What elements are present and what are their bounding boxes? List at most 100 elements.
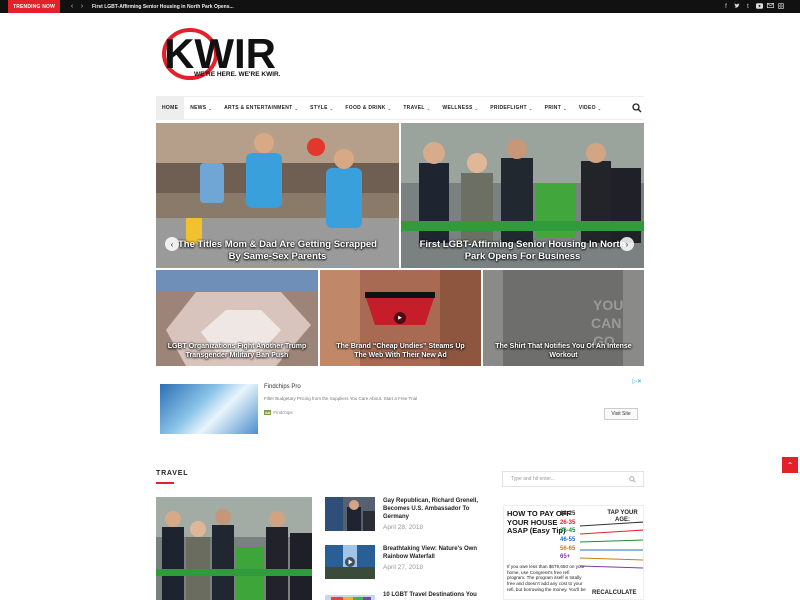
search-placeholder: Type and hit enter... [511,476,555,482]
nav-label: FOOD & DRINK [345,105,386,111]
tumblr-icon[interactable]: t [745,4,751,10]
sidebar-search-input[interactable]: Type and hit enter... [502,471,644,487]
travel-thumb[interactable] [325,497,375,531]
svg-text:KWIR: KWIR [164,30,276,77]
section-title[interactable]: TRAVEL [156,470,188,477]
main-nav: HOME NEWS ⌄ ARTS & ENTERTAINMENT ⌄ STYLE ⌄ … [156,96,644,120]
sidebar-ad-fine-print: If you owe less than $679,650 on your ho… [507,564,586,592]
nav-label: PRINT [544,105,562,111]
featured-post-1[interactable]: The Titles Mom & Dad Are Getting Scrappe… [156,123,399,268]
trending-label: TRENDING NOW [8,0,60,13]
nav-label: NEWS [190,105,207,111]
play-icon[interactable]: ▶ [394,312,406,324]
nav-item-home[interactable]: HOME [156,97,185,119]
sidebar-ad-tap: TAP YOUR AGE: [607,510,638,524]
search-icon[interactable] [629,476,636,485]
ad-brand-name: Findchips [273,410,293,415]
nav-item-prideflight[interactable]: PRIDEFLIGHT ⌄ [484,97,538,119]
social-links: f t [723,0,784,13]
sidebar-ad-ages: 18-25 26-35 36-45 46-55 56-65 65+ [560,510,575,562]
featured-post-5[interactable]: YOU CAN GO The Shirt That Notifies You O… [483,270,644,366]
trending-headline[interactable]: First LGBT-Affirming Senior Housing in N… [92,0,234,13]
chevron-down-icon: ⌄ [563,105,567,111]
nav-label: STYLE [310,105,328,111]
nav-label: WELLNESS [442,105,473,111]
chevron-down-icon: ⌄ [426,105,431,111]
travel-list-item[interactable]: 10 LGBT Travel Destinations You [325,591,485,600]
chevron-down-icon: ⌄ [474,105,479,111]
nav-label: ARTS & ENTERTAINMENT [224,105,293,111]
facebook-icon[interactable]: f [723,4,729,10]
nav-label: TRAVEL [403,105,425,111]
age-option[interactable]: 18-25 [560,510,575,519]
ad-badge: Ad [264,410,272,415]
nav-item-food-drink[interactable]: FOOD & DRINK ⌄ [339,97,397,119]
featured-post-2[interactable]: First LGBT-Affirming Senior Housing In N… [401,123,644,268]
svg-text:CAN: CAN [591,315,621,331]
travel-item-date: April 27, 2018 [383,564,424,571]
adchoices-icon[interactable]: ▷✕ [632,378,642,385]
trending-next-button[interactable]: › [77,0,87,13]
age-option[interactable]: 65+ [560,553,575,562]
featured-caption[interactable]: LGBT Organizations Fight Another Trump T… [156,343,318,360]
visit-site-button[interactable]: Visit Site [604,408,638,420]
featured-post-4[interactable]: ▶ The Brand “Cheap Undies” Steams Up The… [320,270,481,366]
trending-prev-button[interactable]: ‹ [67,0,77,13]
travel-thumb[interactable] [325,591,375,600]
site-logo[interactable]: KWIR WE'RE HERE. WE'RE KWIR. [160,24,281,84]
svg-text:YOU: YOU [593,297,623,313]
nav-label: HOME [162,105,179,111]
recalculate-button[interactable]: RECALCULATE [592,590,637,596]
nav-label: VIDEO [578,105,596,111]
back-to-top-button[interactable]: ⌃ [782,457,798,473]
featured-post-3[interactable]: LGBT Organizations Fight Another Trump T… [156,270,318,366]
chevron-down-icon: ⌄ [329,105,334,111]
travel-list-item[interactable]: Gay Republican, Richard Grenell, Becomes… [325,497,485,537]
nav-item-arts[interactable]: ARTS & ENTERTAINMENT ⌄ [218,97,304,119]
chevron-down-icon: ⌄ [294,105,299,111]
instagram-icon[interactable] [778,2,784,11]
svg-text:WE'RE HERE. WE'RE KWIR.: WE'RE HERE. WE'RE KWIR. [194,71,280,78]
ad-title[interactable]: Findchips Pro [264,384,301,390]
chevron-down-icon: ⌄ [597,105,602,111]
featured-caption[interactable]: The Shirt That Notifies You Of An Intens… [483,343,644,360]
age-option[interactable]: 56-65 [560,545,575,554]
travel-item-title[interactable]: Breathtaking View: Nature's Own Rainbow … [383,545,483,561]
chevron-down-icon: ⌄ [528,105,533,111]
travel-main-image[interactable] [156,497,312,600]
travel-item-title[interactable]: Gay Republican, Richard Grenell, Becomes… [383,497,483,521]
sidebar-ad[interactable]: HOW TO PAY OFF YOUR HOUSE ASAP (Easy Tip… [503,505,644,600]
twitter-icon[interactable] [734,2,740,11]
featured-caption[interactable]: The Brand “Cheap Undies” Steams Up The W… [320,343,481,360]
nav-item-style[interactable]: STYLE ⌄ [304,97,339,119]
nav-item-wellness[interactable]: WELLNESS ⌄ [436,97,484,119]
slider-prev-button[interactable]: ‹ [165,237,179,251]
chevron-down-icon: ⌄ [387,105,392,111]
nav-item-news[interactable]: NEWS ⌄ [184,97,218,119]
travel-list-item[interactable]: Breathtaking View: Nature's Own Rainbow … [325,545,485,585]
ad-image[interactable] [160,384,258,434]
youtube-icon[interactable] [756,2,763,11]
age-option[interactable]: 36-45 [560,527,575,536]
featured-caption[interactable]: First LGBT-Affirming Senior Housing In N… [401,239,644,262]
mail-icon[interactable] [767,3,774,10]
featured-caption[interactable]: The Titles Mom & Dad Are Getting Scrappe… [156,239,399,262]
travel-item-title[interactable]: 10 LGBT Travel Destinations You [383,591,483,599]
age-option[interactable]: 46-55 [560,536,575,545]
slider-next-button[interactable]: › [620,237,634,251]
nav-item-print[interactable]: PRINT ⌄ [539,97,573,119]
travel-item-date: April 28, 2018 [383,524,424,531]
nav-item-video[interactable]: VIDEO ⌄ [573,97,608,119]
chevron-down-icon: ⌄ [208,105,213,111]
section-underline [156,482,174,484]
nav-label: PRIDEFLIGHT [490,105,527,111]
travel-thumb[interactable] [325,545,375,579]
sidebar-ad-graph [580,521,643,569]
ad-banner[interactable]: Findchips Pro Filter Budgetary Pricing f… [158,378,644,436]
ad-description: Filter Budgetary Pricing from the Suppli… [264,396,418,401]
ad-brand: Ad Findchips [264,410,293,415]
age-option[interactable]: 26-35 [560,519,575,528]
top-bar: TRENDING NOW ‹ › First LGBT-Affirming Se… [0,0,800,13]
nav-item-travel[interactable]: TRAVEL ⌄ [397,97,436,119]
search-icon[interactable] [632,103,642,113]
